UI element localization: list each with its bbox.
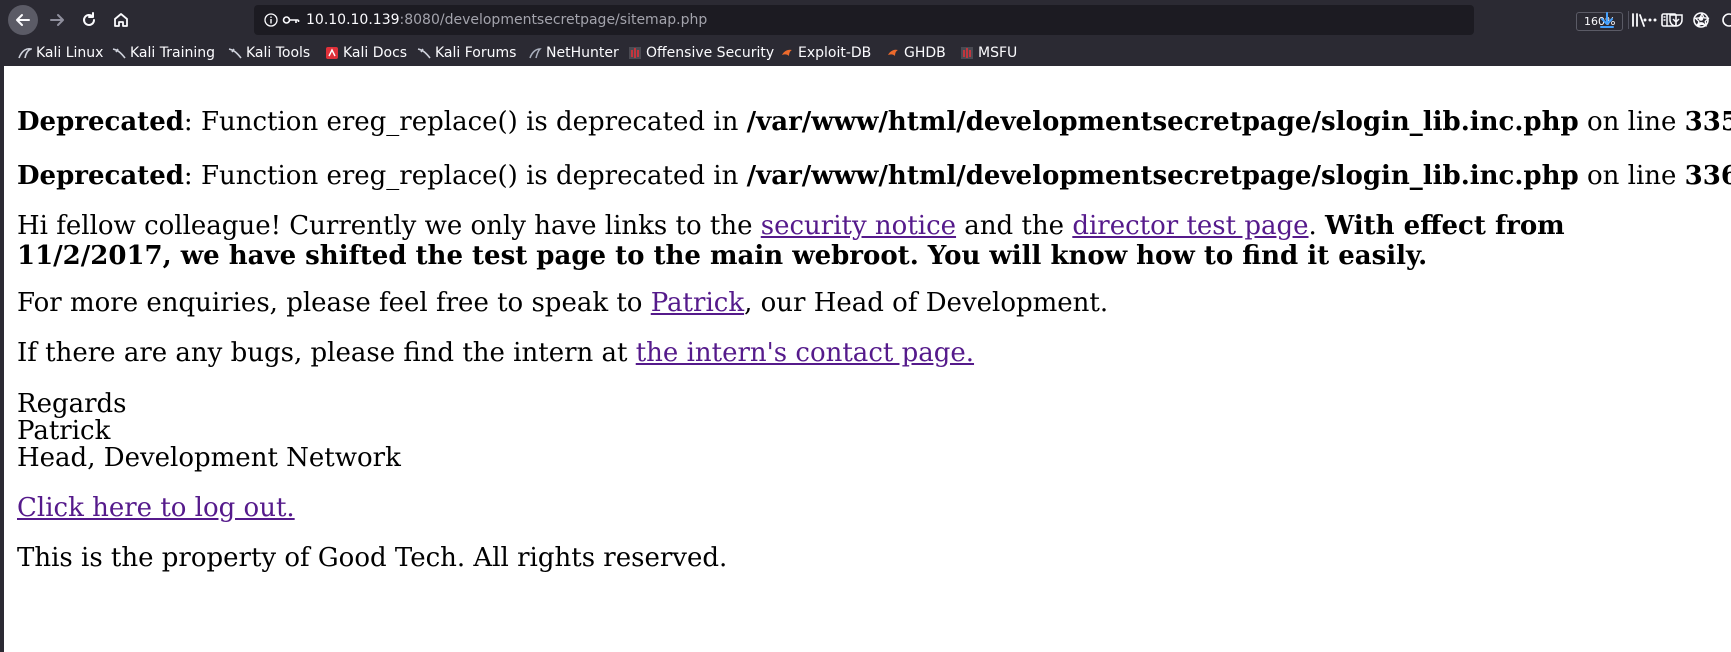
warning-label: Deprecated (17, 107, 184, 137)
downloads-button[interactable] (1598, 11, 1616, 29)
library-icon (1632, 13, 1645, 27)
kali-dragon-icon (112, 46, 126, 60)
kali-dragon-icon (18, 46, 32, 60)
signature-line: Regards (17, 389, 127, 419)
bookmarks-toolbar: Kali Linux Kali Training Kali Tools Kali… (0, 40, 1731, 66)
bookmark-exploit-db[interactable]: Exploit-DB (780, 43, 871, 63)
bookmark-label: NetHunter (546, 45, 619, 61)
reload-icon (83, 12, 95, 26)
forward-button[interactable] (42, 5, 72, 35)
footer-text: This is the property of Good Tech. All r… (17, 543, 728, 573)
nethunter-icon (528, 46, 542, 60)
key-icon[interactable] (282, 13, 300, 27)
bookmark-nethunter[interactable]: NetHunter (528, 43, 619, 63)
warning-label: Deprecated (17, 161, 184, 191)
kali-dragon-icon (417, 46, 431, 60)
warning-file-path: /var/www/html/developmentsecretpage/slog… (746, 107, 1579, 137)
ghdb-icon (886, 46, 900, 60)
logout-paragraph: Click here to log out. (17, 493, 295, 523)
kali-docs-icon (325, 46, 339, 60)
bookmark-label: Exploit-DB (798, 45, 872, 61)
offsec-icon (628, 46, 642, 60)
bugs-paragraph: If there are any bugs, please find the i… (17, 338, 974, 368)
home-button[interactable] (106, 5, 136, 35)
warning-online-text: on line (1578, 161, 1685, 191)
info-icon[interactable] (264, 13, 278, 27)
bugs-text: If there are any bugs, please find the i… (17, 338, 636, 368)
intern-contact-link[interactable]: the intern's contact page. (636, 338, 974, 368)
exploit-db-icon (780, 46, 794, 60)
sidebar-button[interactable] (1660, 11, 1678, 29)
address-bar[interactable]: 10.10.10.139:8080/developmentsecretpage/… (254, 5, 1710, 35)
account-icon (1693, 12, 1709, 28)
navigation-toolbar: 10.10.10.139:8080/developmentsecretpage/… (0, 0, 1731, 40)
menu-icon (1722, 13, 1731, 27)
bookmark-label: Kali Linux (36, 45, 104, 61)
bookmark-label: Kali Docs (343, 45, 408, 61)
warning-line-number: 336 (1684, 161, 1731, 191)
bookmark-label: Offensive Security (646, 45, 775, 61)
library-button[interactable] (1630, 11, 1648, 29)
sidebar-icon (1661, 13, 1677, 27)
reload-button[interactable] (74, 5, 104, 35)
page-viewport: Deprecated: Function ereg_replace() is d… (0, 66, 1731, 652)
url-host: 10.10.10.139 (306, 12, 400, 28)
bookmark-label: MSFU (978, 45, 1018, 61)
signature-line: Head, Development Network (17, 443, 401, 473)
back-button[interactable] (8, 5, 38, 35)
enquiries-paragraph: For more enquiries, please feel free to … (17, 288, 1108, 318)
url-text[interactable]: 10.10.10.139:8080/developmentsecretpage/… (306, 12, 707, 28)
bookmark-ghdb[interactable]: GHDB (886, 43, 946, 63)
deprecation-warning: Deprecated: Function ereg_replace() is d… (17, 107, 1731, 137)
kali-dragon-icon (228, 46, 242, 60)
enquiries-text: For more enquiries, please feel free to … (17, 288, 651, 318)
forward-arrow-icon (50, 14, 64, 26)
bookmark-kali-forums[interactable]: Kali Forums (417, 43, 516, 63)
menu-button[interactable] (1720, 11, 1731, 29)
warning-text: : Function ereg_replace() is deprecated … (183, 107, 747, 137)
security-notice-link[interactable]: security notice (761, 211, 956, 241)
warning-text: : Function ereg_replace() is deprecated … (183, 161, 747, 191)
back-arrow-icon (16, 14, 30, 26)
offsec-icon (960, 46, 974, 60)
warning-file-path: /var/www/html/developmentsecretpage/slog… (746, 161, 1579, 191)
deprecation-warning: Deprecated: Function ereg_replace() is d… (17, 161, 1731, 191)
bookmark-kali-tools[interactable]: Kali Tools (228, 43, 310, 63)
account-button[interactable] (1692, 11, 1710, 29)
patrick-link[interactable]: Patrick (651, 288, 744, 318)
warning-online-text: on line (1578, 107, 1685, 137)
bookmark-kali-docs[interactable]: Kali Docs (325, 43, 407, 63)
download-arrow-icon (1600, 12, 1614, 28)
bookmark-label: Kali Forums (435, 45, 517, 61)
home-icon (114, 13, 128, 27)
signature-line: Patrick (17, 416, 111, 446)
url-separator (1628, 11, 1629, 29)
warning-line-number: 335 (1684, 107, 1731, 137)
bookmark-kali-training[interactable]: Kali Training (112, 43, 215, 63)
bookmark-msfu[interactable]: MSFU (960, 43, 1017, 63)
browser-chrome: 10.10.10.139:8080/developmentsecretpage/… (0, 0, 1731, 66)
intro-paragraph: Hi fellow colleague! Currently we only h… (17, 211, 1727, 271)
intro-text: . (1308, 211, 1326, 241)
bookmark-offensive-security[interactable]: Offensive Security (628, 43, 774, 63)
logout-link[interactable]: Click here to log out. (17, 493, 295, 523)
enquiries-text: , our Head of Development. (744, 288, 1109, 318)
bookmark-label: Kali Tools (246, 45, 311, 61)
intro-text: Hi fellow colleague! Currently we only h… (17, 211, 761, 241)
director-test-page-link[interactable]: director test page (1072, 211, 1308, 241)
bookmark-kali-linux[interactable]: Kali Linux (18, 43, 103, 63)
intro-text: and the (956, 211, 1073, 241)
url-path: :8080/developmentsecretpage/sitemap.php (399, 12, 708, 28)
bookmark-label: Kali Training (130, 45, 215, 61)
bookmark-label: GHDB (904, 45, 946, 61)
